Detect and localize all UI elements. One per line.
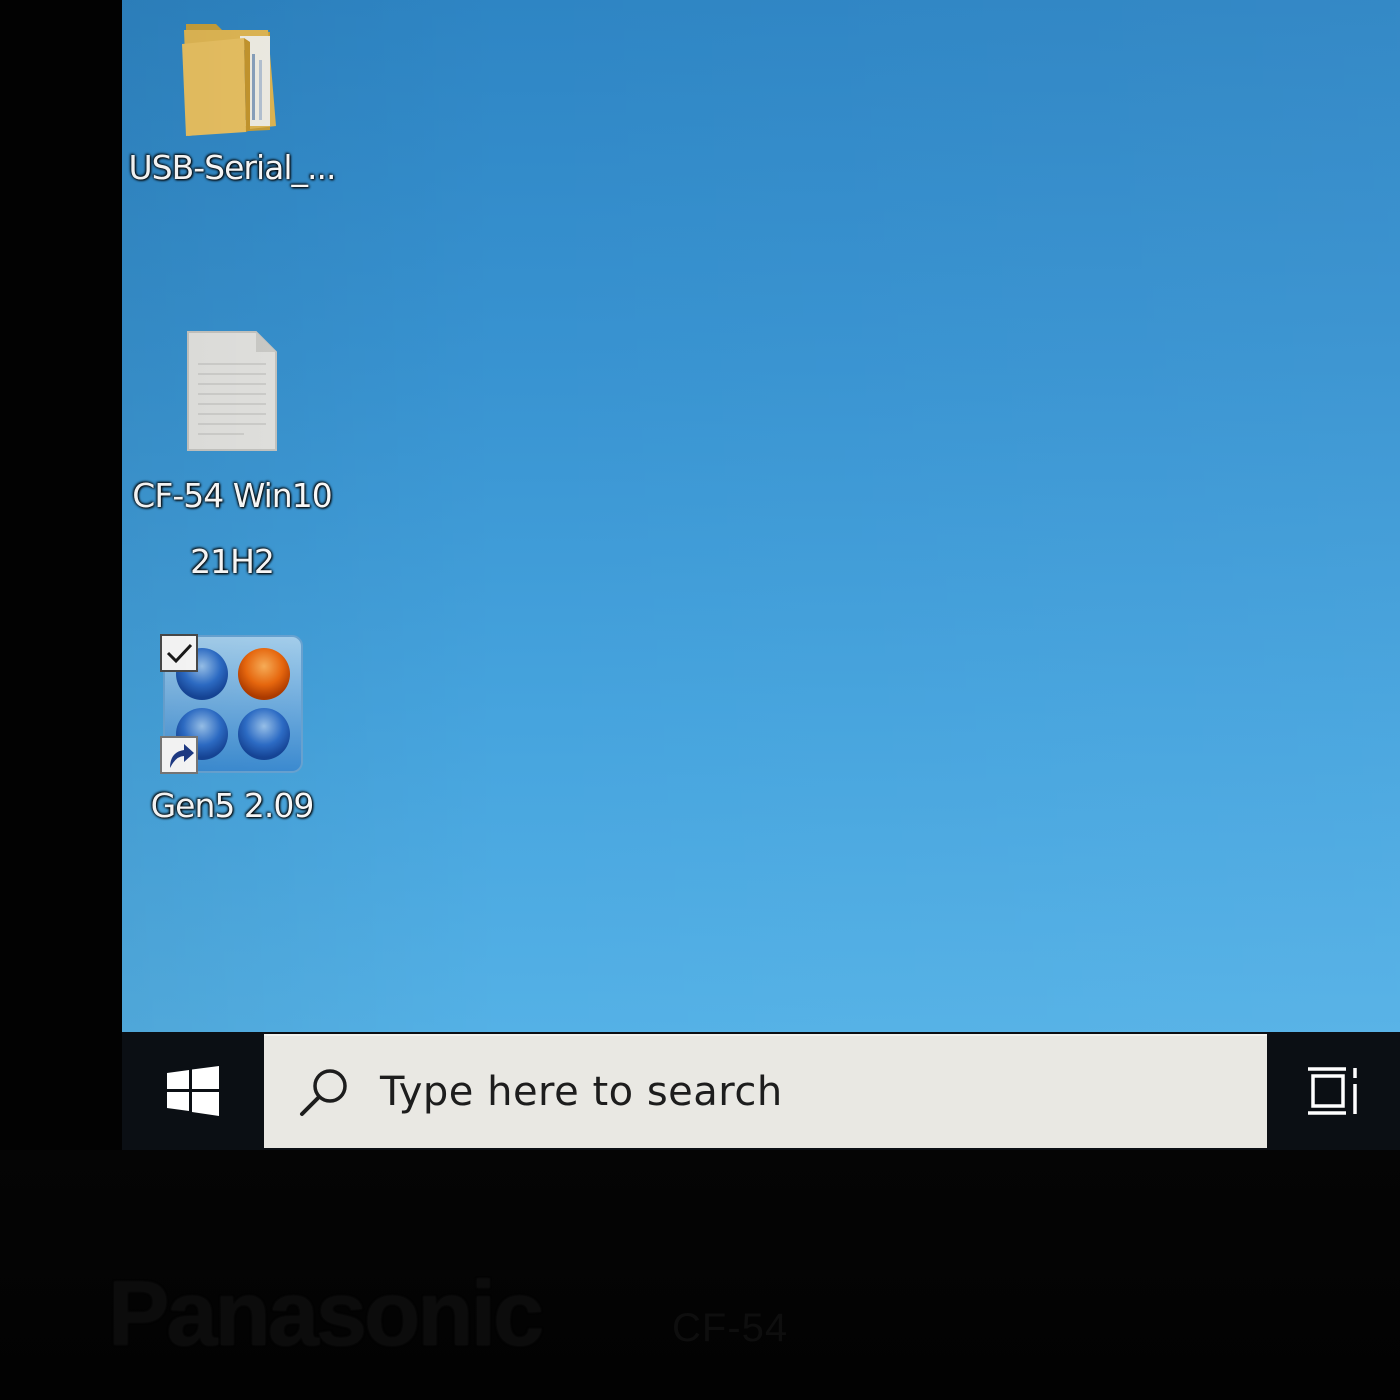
desktop-icon-label-line1: CF-54 Win10	[132, 476, 332, 515]
windows-logo-icon	[167, 1066, 219, 1116]
task-view-icon	[1307, 1067, 1357, 1115]
checkbox-checked-icon[interactable]	[160, 634, 200, 674]
desktop-icon-cf54-document[interactable]: CF-54 Win10 21H2	[122, 328, 342, 586]
desktop-icon-gen5-shortcut[interactable]: Gen5 2.09	[122, 634, 342, 830]
search-icon	[296, 1064, 352, 1120]
taskbar-search-box[interactable]: Type here to search	[264, 1034, 1267, 1148]
task-view-button[interactable]	[1267, 1032, 1400, 1150]
desktop[interactable]: USB-Serial_... CF-54 Win10 21H2 Gen5 2.0…	[122, 0, 1400, 1032]
desktop-icon-label-line2: 21H2	[190, 542, 275, 581]
desktop-icon-label: USB-Serial_...	[128, 148, 337, 187]
start-button[interactable]	[122, 1032, 264, 1150]
laptop-screen-photo: USB-Serial_... CF-54 Win10 21H2 Gen5 2.0…	[0, 0, 1400, 1400]
document-icon	[187, 331, 277, 451]
screen-bezel-left	[0, 0, 122, 1150]
brand-logo: Panasonic	[108, 1263, 544, 1365]
search-placeholder: Type here to search	[380, 1069, 783, 1115]
folder-icon	[182, 24, 276, 136]
shortcut-arrow-icon	[160, 736, 198, 774]
desktop-icon-usb-serial-folder[interactable]: USB-Serial_...	[122, 10, 342, 192]
taskbar: Type here to search	[122, 1032, 1400, 1150]
model-label: CF-54	[672, 1306, 789, 1350]
desktop-icon-label: Gen5 2.09	[150, 786, 315, 825]
